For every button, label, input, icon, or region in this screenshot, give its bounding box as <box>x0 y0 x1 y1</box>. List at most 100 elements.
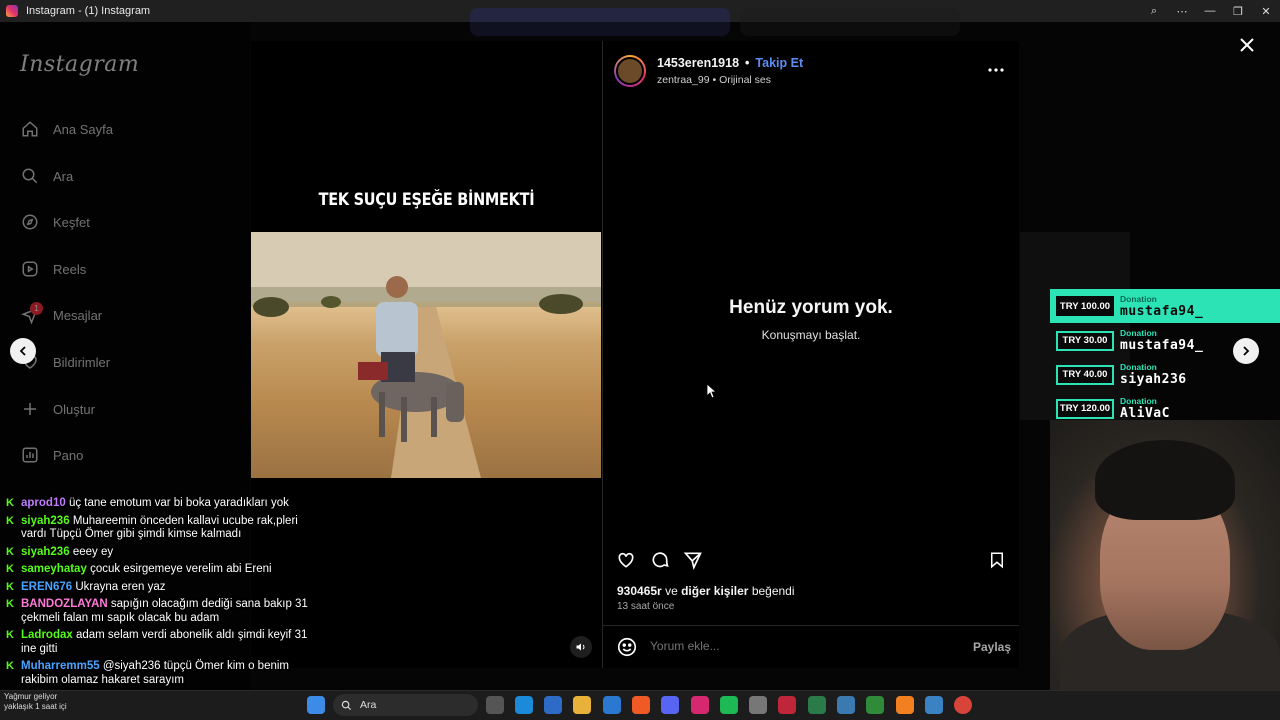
chrome-icon[interactable] <box>954 696 972 714</box>
stream-chat: K aprod10 üç tane emotum var bi boka yar… <box>0 478 320 691</box>
app-icon[interactable] <box>866 696 884 714</box>
file-explorer-icon[interactable] <box>573 696 591 714</box>
chat-message: K Muharremm55 @siyah236 tüpçü Ömer kim o… <box>0 660 320 687</box>
donation-amount: TRY 30.00 <box>1056 330 1114 351</box>
chat-message: K sameyhatay çocuk esirgemeye verelim ab… <box>0 563 320 577</box>
restore-button[interactable]: ❐ <box>1224 0 1252 22</box>
send-icon <box>683 552 702 570</box>
notepad-icon[interactable] <box>925 696 943 714</box>
chat-user: siyah236 <box>21 514 70 527</box>
app-icon[interactable] <box>837 696 855 714</box>
author-username[interactable]: 1453eren1918 <box>657 56 739 70</box>
donation-alert: TRY 120.00 Donation AliVaC <box>1056 396 1170 421</box>
kick-icon: K <box>6 563 14 575</box>
like-button[interactable] <box>614 548 638 572</box>
comment-input[interactable] <box>650 639 950 653</box>
kick-icon: K <box>6 660 14 672</box>
chat-user: aprod10 <box>21 497 66 509</box>
mail-icon[interactable] <box>603 696 621 714</box>
kick-icon: K <box>6 514 14 527</box>
no-comments-subtitle: Konuşmayı başlat. <box>761 328 861 342</box>
chevron-right-icon <box>1243 346 1250 356</box>
taskbar-search[interactable]: Ara <box>333 694 478 716</box>
donation-amount: TRY 120.00 <box>1056 398 1114 419</box>
comment-icon <box>652 552 669 568</box>
donation-name: mustafa94_ <box>1120 338 1204 353</box>
more-options-button[interactable] <box>985 60 1007 80</box>
save-button[interactable] <box>985 548 1009 572</box>
discord-icon[interactable] <box>661 696 679 714</box>
chevron-left-icon <box>19 346 26 356</box>
weather-widget[interactable]: Yağmur geliyor yaklaşık 1 saat içi <box>4 692 67 712</box>
obs-icon[interactable] <box>749 696 767 714</box>
brave-icon[interactable] <box>632 696 650 714</box>
chat-message: K BANDOZLAYAN sapığın olacağım dediği sa… <box>0 598 320 625</box>
chat-user: sameyhatay <box>21 563 87 575</box>
post-details-panel <box>602 41 1019 668</box>
donation-name: siyah236 <box>1120 372 1187 387</box>
minimize-button[interactable]: — <box>1196 0 1224 22</box>
chat-message: K siyah236 eeey ey <box>0 546 320 560</box>
next-post-button[interactable] <box>1233 338 1259 364</box>
likes-end: beğendi <box>751 584 795 598</box>
webcam-hair <box>1095 440 1235 520</box>
share-button[interactable] <box>681 548 705 572</box>
donation-label: Donation <box>1120 396 1157 406</box>
audio-user: zentraa_99 <box>657 74 710 86</box>
mute-toggle-button[interactable] <box>570 636 592 658</box>
app-icon[interactable] <box>808 696 826 714</box>
audio-info[interactable]: zentraa_99 • Orijinal ses <box>657 74 771 86</box>
weather-line1: Yağmur geliyor <box>4 692 58 701</box>
spotify-icon[interactable] <box>720 696 738 714</box>
zoom-icon[interactable]: ⌕ <box>1140 0 1168 22</box>
windows-start-icon[interactable] <box>307 696 325 714</box>
window-title: Instagram - (1) Instagram <box>26 5 151 17</box>
donation-label: Donation <box>1120 362 1157 372</box>
window-controls: ⌕ ⋯ — ❐ ✕ <box>1140 0 1280 22</box>
chat-user: EREN676 <box>21 580 73 593</box>
likes-summary[interactable]: 930465r ve diğer kişiler beğendi <box>617 584 795 598</box>
chat-text: üç tane emotum var bi boka yaradıkları y… <box>68 497 289 509</box>
likes-suffix: ve <box>665 584 678 598</box>
emoji-button[interactable] <box>616 636 638 658</box>
chat-user: Ladrodax <box>21 629 73 641</box>
donation-label: Donation <box>1120 293 1157 304</box>
donation-alert-highlight: TRY 100.00 Donation mustafa94_ <box>1050 289 1280 323</box>
chat-message: K aprod10 üç tane emotum var bi boka yar… <box>0 497 320 511</box>
author-avatar[interactable] <box>614 55 646 87</box>
store-icon[interactable] <box>544 696 562 714</box>
bookmark-icon <box>991 552 1003 569</box>
comment-button[interactable] <box>648 548 672 572</box>
post-header: 1453eren1918 • Takip Et <box>657 56 804 70</box>
chat-user: BANDOZLAYAN <box>21 598 108 610</box>
donation-name: AliVaC <box>1120 406 1170 421</box>
edge-icon[interactable] <box>515 696 533 714</box>
extensions-icon[interactable]: ⋯ <box>1168 0 1196 22</box>
kick-icon: K <box>6 580 14 593</box>
post-timestamp: 13 saat önce <box>617 601 675 612</box>
donation-label: Donation <box>1120 328 1157 338</box>
close-modal-button[interactable] <box>1236 34 1258 56</box>
comment-divider <box>603 625 1019 626</box>
post-comment-button[interactable]: Paylaş <box>973 640 1011 654</box>
heart-icon <box>618 552 634 568</box>
x-app-icon[interactable] <box>778 696 796 714</box>
follow-button[interactable]: Takip Et <box>755 56 803 70</box>
media-caption-title: TEK SUÇU EŞEĞE BİNMEKTİ <box>318 190 535 210</box>
speaker-icon <box>576 643 585 651</box>
donation-amount: TRY 100.00 <box>1056 296 1114 316</box>
close-icon <box>1240 38 1254 52</box>
instagram-taskbar-icon[interactable] <box>691 696 709 714</box>
likes-others: diğer kişiler <box>681 584 749 598</box>
cloudflare-icon[interactable] <box>896 696 914 714</box>
previous-post-button[interactable] <box>10 338 36 364</box>
search-icon <box>341 700 352 710</box>
chat-message: K Ladrodax adam selam verdi abonelik ald… <box>0 629 320 656</box>
kick-icon: K <box>6 629 14 641</box>
task-view-icon[interactable] <box>486 696 504 714</box>
donation-alert: TRY 40.00 Donation siyah236 <box>1056 362 1187 387</box>
taskbar-search-label: Ara <box>360 699 377 711</box>
likes-count: 930465r <box>617 584 662 598</box>
donation-name: mustafa94_ <box>1120 303 1204 319</box>
close-window-button[interactable]: ✕ <box>1252 0 1280 22</box>
